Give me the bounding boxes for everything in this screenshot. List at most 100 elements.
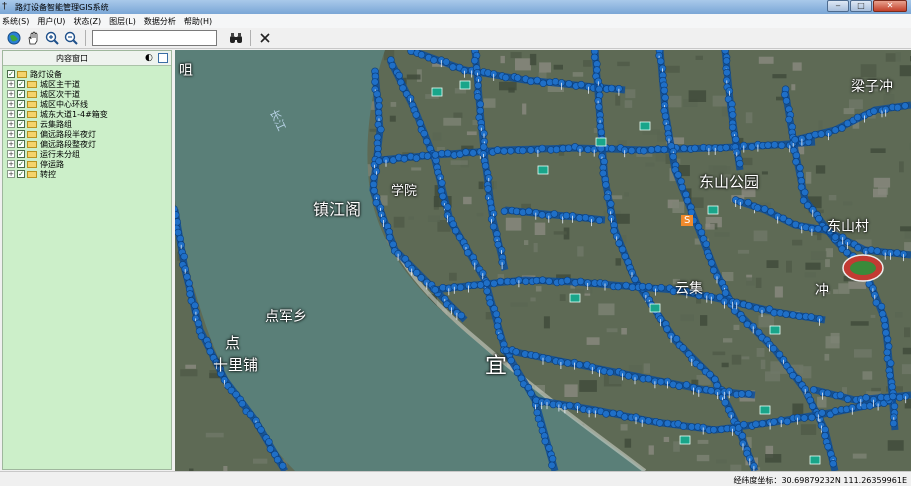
map-block [606,328,618,333]
close-x-icon[interactable] [257,30,273,46]
panel-dock-button[interactable] [158,53,168,63]
zoom-in-icon[interactable] [44,30,60,46]
layer-checkbox[interactable]: ✓ [17,80,25,88]
tree-root[interactable]: ✓ 路灯设备 [7,69,171,79]
lamp-marker [599,169,607,178]
globe-icon[interactable] [6,30,22,46]
tree-item[interactable]: + ✓ 运行未分组 [7,149,171,159]
lamp-marker [442,58,450,66]
panel-title: 内容窗口 [56,54,88,63]
tree-item[interactable]: + ✓ 偏远路段半夜灯 [7,129,171,139]
map-view[interactable]: 长江 镇江阁 学院 东山公园 梁子冲 东山村 点军乡 点 十里铺 宜 云集 冲 … [175,50,911,471]
layer-checkbox[interactable]: ✓ [17,160,25,168]
lamp-marker [809,386,818,394]
lamp-marker [722,143,730,152]
lamp-marker [764,141,772,149]
map-block [753,230,768,242]
map-block [553,64,563,70]
lamp-marker [893,249,901,257]
menu-help[interactable]: 帮助(H) [184,16,212,27]
binoculars-icon[interactable] [228,30,244,46]
maximize-button[interactable]: □ [850,0,872,12]
zoom-out-icon[interactable] [63,30,79,46]
map-block [688,90,707,102]
lamp-marker [548,461,556,469]
expand-icon[interactable]: + [7,160,15,168]
map-block [825,248,833,258]
expand-icon[interactable]: + [7,110,15,118]
lamp-marker [438,179,446,187]
map-label-yunji: 云集 [675,281,703,297]
tree-item[interactable]: + ✓ 城区主干道 [7,79,171,89]
folder-icon [27,100,37,108]
tree-item[interactable]: + ✓ 转控 [7,169,171,179]
search-input[interactable] [92,30,217,46]
expand-icon[interactable]: + [7,100,15,108]
lamp-marker [400,155,409,163]
tree-item[interactable]: + ✓ 城区次干道 [7,89,171,99]
lamp-marker [797,177,806,185]
lamp-marker [527,146,535,154]
pin-icon[interactable]: ◐ [145,53,155,63]
layer-checkbox[interactable]: ✓ [17,130,25,138]
map-label-ju: 咀 [179,63,193,79]
lamp-marker [493,322,502,330]
lamp-marker [246,410,255,419]
map-block [466,131,477,136]
tree-item[interactable]: + ✓ 城东大道1-4#箱变 [7,109,171,119]
layer-checkbox[interactable]: ✓ [7,70,15,78]
expand-icon[interactable]: + [7,80,15,88]
lamp-marker [901,102,909,110]
menu-layer[interactable]: 图层(L) [109,16,136,27]
menu-system[interactable]: 系统(S) [2,16,29,27]
menu-user[interactable]: 用户(U) [37,16,65,27]
tree-item[interactable]: + ✓ 偏远路段整夜灯 [7,139,171,149]
lamp-marker [758,419,767,428]
expand-icon[interactable]: + [7,90,15,98]
toolbar [0,28,911,49]
lamp-marker [644,417,653,425]
tree-item[interactable]: + ✓ 城区中心环线 [7,99,171,109]
lamp-marker [622,281,630,290]
layer-checkbox[interactable]: ✓ [17,170,25,178]
map-canvas[interactable] [175,50,911,471]
expand-icon[interactable]: + [7,130,15,138]
pan-hand-icon[interactable] [25,30,41,46]
lamp-marker [493,146,502,154]
close-window-button[interactable]: ✕ [873,0,907,12]
expand-icon[interactable]: + [7,140,15,148]
layer-checkbox[interactable]: ✓ [17,140,25,148]
lamp-marker [808,413,816,422]
tree-item[interactable]: + ✓ 云集路组 [7,119,171,129]
transformer-station-icon [707,205,719,215]
map-block [766,260,779,268]
lamp-marker [867,246,875,254]
lamp-marker [657,57,665,65]
lamp-marker [538,144,546,153]
lamp-marker [496,333,505,341]
lamp-marker [590,53,599,62]
layer-checkbox[interactable]: ✓ [17,110,25,118]
menu-status[interactable]: 状态(Z) [73,16,101,27]
lamp-marker [814,225,822,233]
map-label-dongshancun: 东山村 [827,219,869,235]
layer-checkbox[interactable]: ✓ [17,120,25,128]
expand-icon[interactable]: + [7,170,15,178]
lamp-marker [420,129,428,138]
lamp-marker [881,322,889,330]
menu-data-analysis[interactable]: 数据分析 [144,16,176,27]
tree-item[interactable]: + ✓ 停运路 [7,159,171,169]
lamp-marker [843,248,851,257]
minimize-button[interactable]: ‒ [827,0,849,12]
lamp-marker [679,344,687,352]
lamp-marker [175,211,180,219]
layer-checkbox[interactable]: ✓ [17,100,25,108]
layer-checkbox[interactable]: ✓ [17,90,25,98]
layer-checkbox[interactable]: ✓ [17,150,25,158]
expand-icon[interactable]: + [7,120,15,128]
map-block [443,117,462,126]
expand-icon[interactable]: + [7,150,15,158]
lamp-marker [824,443,832,451]
lamp-marker [801,188,809,197]
map-block [510,302,528,307]
